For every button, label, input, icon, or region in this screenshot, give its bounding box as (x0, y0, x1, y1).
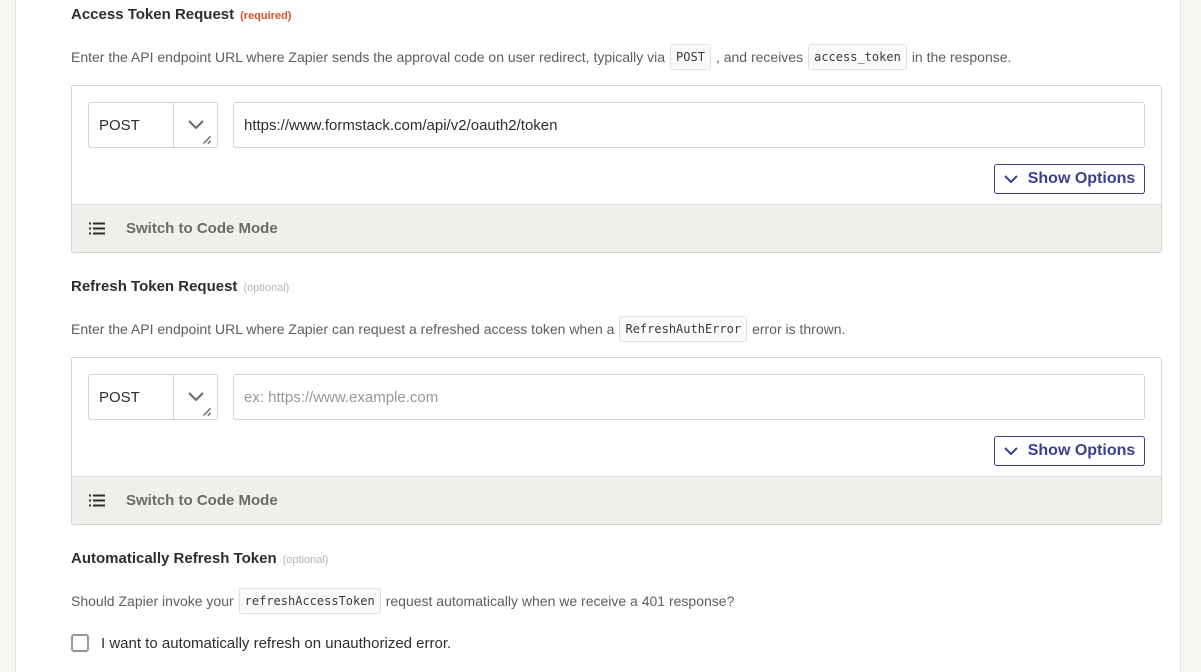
auto-refresh-option[interactable]: I want to automatically refresh on unaut… (71, 634, 1162, 652)
desc-text: , and receives (715, 49, 804, 65)
code-mode-label: Switch to Code Mode (126, 220, 278, 237)
auto-refresh-heading: Automatically Refresh Token (optional) (71, 550, 1162, 572)
auto-refresh-description: Should Zapier invoke your refreshAccessT… (71, 588, 1162, 614)
section-title: Access Token Request (71, 6, 235, 23)
refresh-token-heading: Refresh Token Request (optional) (71, 278, 1162, 300)
resize-handle-icon[interactable] (199, 407, 215, 417)
desc-text: in the response. (911, 49, 1012, 65)
refresh-token-description: Enter the API endpoint URL where Zapier … (71, 316, 1162, 342)
http-method-value: POST (99, 116, 140, 134)
settings-panel: Access Token Request (required) Enter th… (15, 0, 1181, 672)
access-token-section: Access Token Request (required) Enter th… (71, 6, 1162, 253)
access-token-description: Enter the API endpoint URL where Zapier … (71, 44, 1162, 70)
refresh-token-request-box: POST Show Options Swit (71, 357, 1162, 525)
switch-to-code-mode[interactable]: Switch to Code Mode (72, 204, 1161, 252)
http-method-select[interactable]: POST (88, 102, 218, 148)
section-title: Automatically Refresh Token (71, 550, 277, 567)
url-input[interactable] (233, 374, 1145, 420)
access-token-request-box: POST Show Options Swit (71, 85, 1162, 253)
inline-code: access_token (808, 44, 907, 70)
url-input[interactable] (233, 102, 1145, 148)
http-method-value: POST (99, 388, 140, 406)
list-icon (89, 222, 105, 235)
chevron-down-icon[interactable] (173, 103, 217, 147)
request-form: POST Show Options (72, 358, 1161, 476)
desc-text: Enter the API endpoint URL where Zapier … (71, 321, 615, 337)
desc-text: Should Zapier invoke your (71, 593, 234, 609)
chevron-down-icon (1004, 174, 1018, 183)
access-token-heading: Access Token Request (required) (71, 6, 1162, 28)
resize-handle-icon[interactable] (199, 135, 215, 145)
chevron-down-icon[interactable] (173, 375, 217, 419)
optional-tag: (optional) (282, 554, 329, 566)
refresh-token-section: Refresh Token Request (optional) Enter t… (71, 278, 1162, 525)
switch-to-code-mode[interactable]: Switch to Code Mode (72, 476, 1161, 524)
inline-code: refreshAccessToken (238, 588, 381, 614)
chevron-down-icon (1004, 446, 1018, 455)
show-options-label: Show Options (1027, 442, 1136, 459)
show-options-label: Show Options (1027, 170, 1136, 187)
desc-text: request automatically when we receive a … (385, 593, 735, 609)
http-method-select[interactable]: POST (88, 374, 218, 420)
show-options-button[interactable]: Show Options (994, 436, 1145, 466)
desc-text: error is thrown. (752, 321, 846, 337)
checkbox-label[interactable]: I want to automatically refresh on unaut… (101, 635, 451, 652)
desc-text: Enter the API endpoint URL where Zapier … (71, 49, 666, 65)
auto-refresh-section: Automatically Refresh Token (optional) S… (71, 550, 1162, 652)
required-tag: (required) (240, 10, 292, 22)
inline-code: POST (670, 44, 711, 70)
list-icon (89, 494, 105, 507)
section-title: Refresh Token Request (71, 278, 238, 295)
request-form: POST Show Options (72, 86, 1161, 204)
optional-tag: (optional) (243, 282, 290, 294)
show-options-button[interactable]: Show Options (994, 164, 1145, 194)
auto-refresh-checkbox[interactable] (71, 634, 89, 652)
inline-code: RefreshAuthError (619, 316, 748, 342)
code-mode-label: Switch to Code Mode (126, 492, 278, 509)
